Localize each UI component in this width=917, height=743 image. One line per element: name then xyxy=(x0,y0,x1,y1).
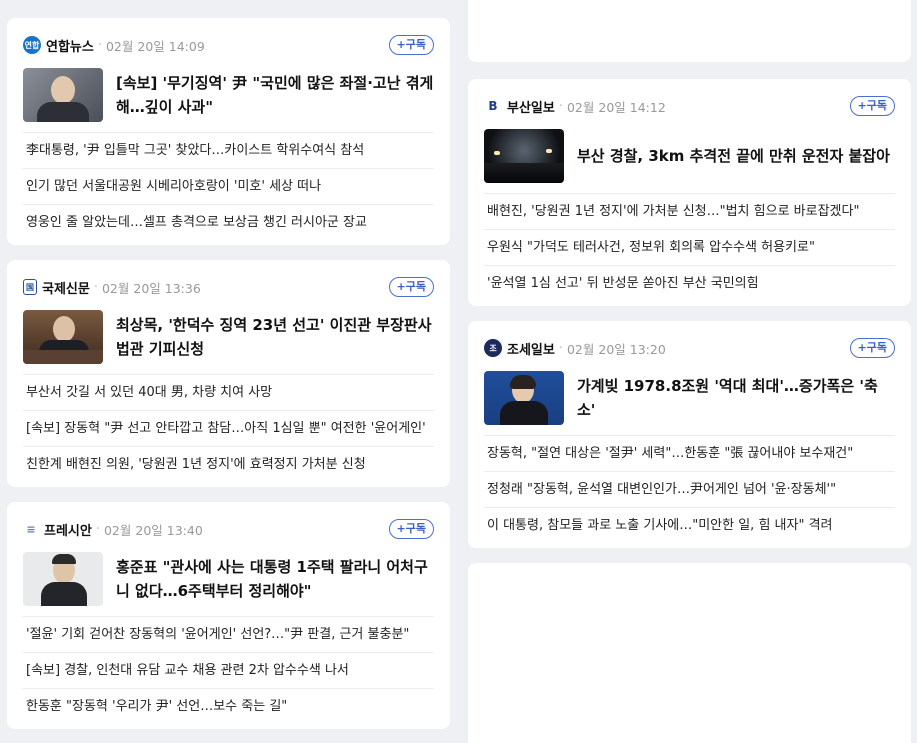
press-name[interactable]: 국제신문 xyxy=(42,278,90,297)
headline-title[interactable]: 홍준표 "관사에 사는 대통령 1주택 팔라니 어처구니 없다…6주택부터 정리… xyxy=(116,555,434,603)
empty-card-bottom xyxy=(468,563,911,743)
yonhap-logo-icon[interactable]: 연합 xyxy=(23,36,41,54)
card-header: 연합 연합뉴스 · 02월 20일 14:09 +구독 xyxy=(23,34,434,56)
subscribe-button[interactable]: +구독 xyxy=(849,96,895,116)
press-time: 02월 20일 14:09 xyxy=(105,38,205,54)
article-link[interactable]: [속보] 장동혁 "尹 선고 안타깝고 참담…아직 1심일 뿐" 여전한 '윤어… xyxy=(23,410,434,446)
article-link[interactable]: '절윤' 기회 걷어찬 장동혁의 '윤어게인' 선언?…"尹 판결, 근거 불충… xyxy=(23,616,434,652)
separator: · xyxy=(558,340,563,356)
article-list: 부산서 갓길 서 있던 40대 男, 차량 치여 사망 [속보] 장동혁 "尹 … xyxy=(23,374,434,482)
news-card-joseilbo: 조 조세일보 · 02월 20일 13:20 +구독 가계빚 1978.8조원 … xyxy=(468,321,911,548)
headline-article[interactable]: 부산 경찰, 3km 추격전 끝에 만취 운전자 붙잡아 xyxy=(484,129,895,183)
subscribe-button[interactable]: +구독 xyxy=(849,338,895,358)
card-header: 조 조세일보 · 02월 20일 13:20 +구독 xyxy=(484,337,895,359)
press-name[interactable]: 연합뉴스 xyxy=(46,36,94,55)
press-name[interactable]: 조세일보 xyxy=(507,339,555,358)
headline-article[interactable]: 최상목, '한덕수 징역 23년 선고' 이진관 부장판사 법관 기피신청 xyxy=(23,310,434,364)
article-link[interactable]: [속보] 경찰, 인천대 유담 교수 채용 관련 2차 압수수색 나서 xyxy=(23,652,434,688)
news-card-busan: B 부산일보 · 02월 20일 14:12 +구독 부산 경찰, 3km 추격… xyxy=(468,79,911,306)
article-link[interactable]: 친한계 배현진 의원, '당원권 1년 정지'에 효력정지 가처분 신청 xyxy=(23,446,434,482)
news-card-yonhap: 연합 연합뉴스 · 02월 20일 14:09 +구독 [속보] '무기징역' … xyxy=(7,18,450,245)
headline-thumbnail[interactable] xyxy=(484,129,564,183)
separator: · xyxy=(558,98,563,114)
card-header: ≡ 프레시안 · 02월 20일 13:40 +구독 xyxy=(23,518,434,540)
news-card-kookje: 国 국제신문 · 02월 20일 13:36 +구독 최상목, '한덕수 징역 … xyxy=(7,260,450,487)
headline-thumbnail[interactable] xyxy=(23,68,103,122)
article-link[interactable]: 한동훈 "장동혁 '우리가 尹' 선언…보수 죽는 길" xyxy=(23,688,434,724)
article-link[interactable]: '윤석열 1심 선고' 뒤 반성문 쏟아진 부산 국민의힘 xyxy=(484,265,895,301)
empty-card-top xyxy=(468,0,911,62)
headline-article[interactable]: 가계빚 1978.8조원 '역대 최대'…증가폭은 '축소' xyxy=(484,371,895,425)
article-link[interactable]: 정청래 "장동혁, 윤석열 대변인인가…尹어게인 넘어 '윤·장동체'" xyxy=(484,471,895,507)
headline-title[interactable]: [속보] '무기징역' 尹 "국민에 많은 좌절·고난 겪게 해…깊이 사과" xyxy=(116,71,434,119)
press-time: 02월 20일 13:20 xyxy=(566,341,666,357)
headline-title[interactable]: 부산 경찰, 3km 추격전 끝에 만취 운전자 붙잡아 xyxy=(577,144,890,168)
press-time: 02월 20일 13:36 xyxy=(101,280,201,296)
headline-title[interactable]: 가계빚 1978.8조원 '역대 최대'…증가폭은 '축소' xyxy=(577,374,895,422)
subscribe-button[interactable]: +구독 xyxy=(388,35,434,55)
article-list: 배현진, '당원권 1년 정지'에 가처분 신청…"법치 힘으로 바로잡겠다" … xyxy=(484,193,895,301)
headline-title[interactable]: 최상목, '한덕수 징역 23년 선고' 이진관 부장판사 법관 기피신청 xyxy=(116,313,434,361)
separator: · xyxy=(93,279,98,295)
article-link[interactable]: 李대통령, '尹 입틀막 그곳' 찾았다…카이스트 학위수여식 참석 xyxy=(23,132,434,168)
card-header: 国 국제신문 · 02월 20일 13:36 +구독 xyxy=(23,276,434,298)
article-list: 李대통령, '尹 입틀막 그곳' 찾았다…카이스트 학위수여식 참석 인기 많던… xyxy=(23,132,434,240)
separator: · xyxy=(97,37,102,53)
article-link[interactable]: 우원식 "가덕도 테러사건, 정보위 회의록 압수수색 허용키로" xyxy=(484,229,895,265)
news-card-pressian: ≡ 프레시안 · 02월 20일 13:40 +구독 홍준표 "관사에 사는 대… xyxy=(7,502,450,729)
busan-logo-icon[interactable]: B xyxy=(484,97,502,115)
article-link[interactable]: 영웅인 줄 알았는데…셀프 총격으로 보상금 챙긴 러시아군 장교 xyxy=(23,204,434,240)
joseilbo-logo-icon[interactable]: 조 xyxy=(484,339,502,357)
card-header: B 부산일보 · 02월 20일 14:12 +구독 xyxy=(484,95,895,117)
press-name[interactable]: 부산일보 xyxy=(507,97,555,116)
press-name[interactable]: 프레시안 xyxy=(44,520,92,539)
headline-article[interactable]: [속보] '무기징역' 尹 "국민에 많은 좌절·고난 겪게 해…깊이 사과" xyxy=(23,68,434,122)
article-link[interactable]: 배현진, '당원권 1년 정지'에 가처분 신청…"법치 힘으로 바로잡겠다" xyxy=(484,193,895,229)
article-list: '절윤' 기회 걷어찬 장동혁의 '윤어게인' 선언?…"尹 판결, 근거 불충… xyxy=(23,616,434,724)
separator: · xyxy=(95,521,100,537)
press-time: 02월 20일 13:40 xyxy=(103,522,203,538)
subscribe-button[interactable]: +구독 xyxy=(388,277,434,297)
headline-thumbnail[interactable] xyxy=(23,552,103,606)
article-link[interactable]: 장동혁, "절연 대상은 '절尹' 세력"…한동훈 "張 끊어내야 보수재건" xyxy=(484,435,895,471)
article-link[interactable]: 부산서 갓길 서 있던 40대 男, 차량 치여 사망 xyxy=(23,374,434,410)
subscribe-button[interactable]: +구독 xyxy=(388,519,434,539)
headline-thumbnail[interactable] xyxy=(484,371,564,425)
headline-article[interactable]: 홍준표 "관사에 사는 대통령 1주택 팔라니 어처구니 없다…6주택부터 정리… xyxy=(23,552,434,606)
article-link[interactable]: 이 대통령, 참모들 과로 노출 기사에…"미안한 일, 힘 내자" 격려 xyxy=(484,507,895,543)
kookje-logo-icon[interactable]: 国 xyxy=(23,279,37,295)
article-link[interactable]: 인기 많던 서울대공원 시베리아호랑이 '미호' 세상 떠나 xyxy=(23,168,434,204)
press-time: 02월 20일 14:12 xyxy=(566,99,666,115)
article-list: 장동혁, "절연 대상은 '절尹' 세력"…한동훈 "張 끊어내야 보수재건" … xyxy=(484,435,895,543)
pressian-logo-icon[interactable]: ≡ xyxy=(23,520,39,538)
headline-thumbnail[interactable] xyxy=(23,310,103,364)
